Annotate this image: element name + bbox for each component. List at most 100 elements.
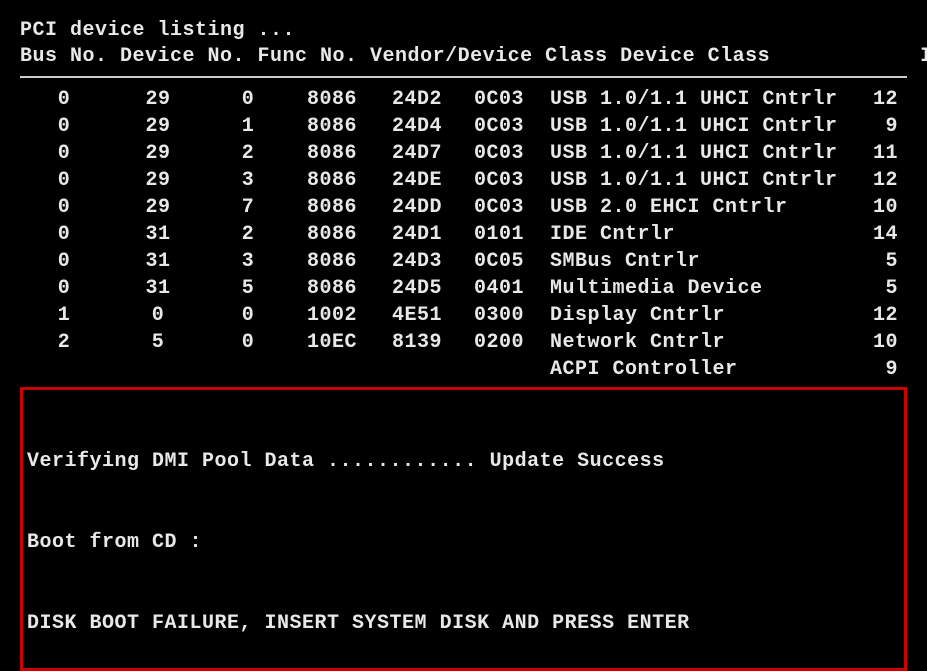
cell-bus: 0 [20, 194, 108, 221]
cell-irq: 12 [848, 86, 898, 113]
cell-bus: 0 [20, 167, 108, 194]
table-row: 0297808624DD0C03USB 2.0 EHCI Cntrlr10 [20, 194, 907, 221]
cell-name: IDE Cntrlr [540, 221, 848, 248]
cell-cls1: 24DE [376, 167, 458, 194]
cell-vendor: 8086 [288, 194, 376, 221]
cell-vendor: 8086 [288, 140, 376, 167]
cell-name: USB 1.0/1.1 UHCI Cntrlr [540, 113, 848, 140]
cell-cls2: 0C05 [458, 248, 540, 275]
cell-func: 2 [208, 221, 288, 248]
table-row: 0292808624D70C03USB 1.0/1.1 UHCI Cntrlr1… [20, 140, 907, 167]
cell-name: Display Cntrlr [540, 302, 848, 329]
table-row: 10010024E510300Display Cntrlr12 [20, 302, 907, 329]
cell-dev: 31 [108, 221, 208, 248]
cell-dev: 0 [108, 302, 208, 329]
cell-irq: 12 [848, 167, 898, 194]
cell-cls2: 0C03 [458, 113, 540, 140]
cell-cls2: 0300 [458, 302, 540, 329]
cell-dev: 31 [108, 248, 208, 275]
cell-bus: 0 [20, 275, 108, 302]
cell-vendor: 8086 [288, 113, 376, 140]
cell-bus: 2 [20, 329, 108, 356]
boot-error-box: Verifying DMI Pool Data ............ Upd… [20, 387, 907, 671]
cell-bus: 0 [20, 113, 108, 140]
cell-func: 0 [208, 302, 288, 329]
acpi-name: ACPI Controller [540, 356, 848, 383]
table-row: 0290808624D20C03USB 1.0/1.1 UHCI Cntrlr1… [20, 86, 907, 113]
cell-func: 3 [208, 167, 288, 194]
cell-cls1: 24D5 [376, 275, 458, 302]
cell-dev: 29 [108, 167, 208, 194]
cell-cls1: 8139 [376, 329, 458, 356]
cell-irq: 10 [848, 194, 898, 221]
cell-vendor: 1002 [288, 302, 376, 329]
pci-column-headers: Bus No. Device No. Func No. Vendor/Devic… [20, 44, 907, 70]
cell-bus: 1 [20, 302, 108, 329]
cell-cls1: 24D3 [376, 248, 458, 275]
cell-cls1: 24D4 [376, 113, 458, 140]
cell-dev: 29 [108, 113, 208, 140]
cell-cls2: 0C03 [458, 194, 540, 221]
dmi-verify-line: Verifying DMI Pool Data ............ Upd… [27, 448, 900, 475]
cell-vendor: 8086 [288, 86, 376, 113]
table-row: 0313808624D30C05SMBus Cntrlr5 [20, 248, 907, 275]
cell-cls2: 0200 [458, 329, 540, 356]
cell-name: USB 1.0/1.1 UHCI Cntrlr [540, 86, 848, 113]
cell-vendor: 8086 [288, 275, 376, 302]
cell-vendor: 8086 [288, 221, 376, 248]
cell-cls2: 0C03 [458, 140, 540, 167]
cell-name: USB 1.0/1.1 UHCI Cntrlr [540, 167, 848, 194]
cell-irq: 5 [848, 248, 898, 275]
cell-func: 1 [208, 113, 288, 140]
boot-from-cd-line: Boot from CD : [27, 529, 900, 556]
cell-dev: 29 [108, 140, 208, 167]
acpi-row: ACPI Controller 9 [20, 356, 907, 383]
cell-cls2: 0401 [458, 275, 540, 302]
cell-irq: 12 [848, 302, 898, 329]
cell-dev: 31 [108, 275, 208, 302]
table-row: 25010EC81390200Network Cntrlr10 [20, 329, 907, 356]
cell-vendor: 8086 [288, 167, 376, 194]
cell-cls1: 24D1 [376, 221, 458, 248]
cell-bus: 0 [20, 140, 108, 167]
cell-func: 7 [208, 194, 288, 221]
cell-cls1: 4E51 [376, 302, 458, 329]
header-divider [20, 76, 907, 78]
cell-dev: 29 [108, 194, 208, 221]
acpi-irq: 9 [848, 356, 898, 383]
cell-irq: 14 [848, 221, 898, 248]
cell-cls2: 0C03 [458, 167, 540, 194]
cell-irq: 9 [848, 113, 898, 140]
cell-bus: 0 [20, 248, 108, 275]
cell-name: USB 1.0/1.1 UHCI Cntrlr [540, 140, 848, 167]
cell-cls1: 24D2 [376, 86, 458, 113]
cell-func: 3 [208, 248, 288, 275]
cell-cls2: 0C03 [458, 86, 540, 113]
cell-irq: 11 [848, 140, 898, 167]
table-row: 0312808624D10101IDE Cntrlr14 [20, 221, 907, 248]
table-row: 0291808624D40C03USB 1.0/1.1 UHCI Cntrlr9 [20, 113, 907, 140]
cell-bus: 0 [20, 221, 108, 248]
cell-func: 0 [208, 329, 288, 356]
pci-listing-title: PCI device listing ... [20, 18, 907, 44]
table-row: 0315808624D50401Multimedia Device5 [20, 275, 907, 302]
cell-name: SMBus Cntrlr [540, 248, 848, 275]
cell-irq: 5 [848, 275, 898, 302]
pci-device-table: 0290808624D20C03USB 1.0/1.1 UHCI Cntrlr1… [20, 86, 907, 356]
cell-dev: 29 [108, 86, 208, 113]
cell-name: Multimedia Device [540, 275, 848, 302]
disk-boot-failure-line: DISK BOOT FAILURE, INSERT SYSTEM DISK AN… [27, 610, 900, 637]
cell-bus: 0 [20, 86, 108, 113]
cell-func: 0 [208, 86, 288, 113]
cell-irq: 10 [848, 329, 898, 356]
cell-vendor: 8086 [288, 248, 376, 275]
table-row: 0293808624DE0C03USB 1.0/1.1 UHCI Cntrlr1… [20, 167, 907, 194]
cell-cls1: 24DD [376, 194, 458, 221]
cell-dev: 5 [108, 329, 208, 356]
cell-name: Network Cntrlr [540, 329, 848, 356]
cell-func: 2 [208, 140, 288, 167]
cell-cls2: 0101 [458, 221, 540, 248]
cell-name: USB 2.0 EHCI Cntrlr [540, 194, 848, 221]
cell-cls1: 24D7 [376, 140, 458, 167]
cell-vendor: 10EC [288, 329, 376, 356]
